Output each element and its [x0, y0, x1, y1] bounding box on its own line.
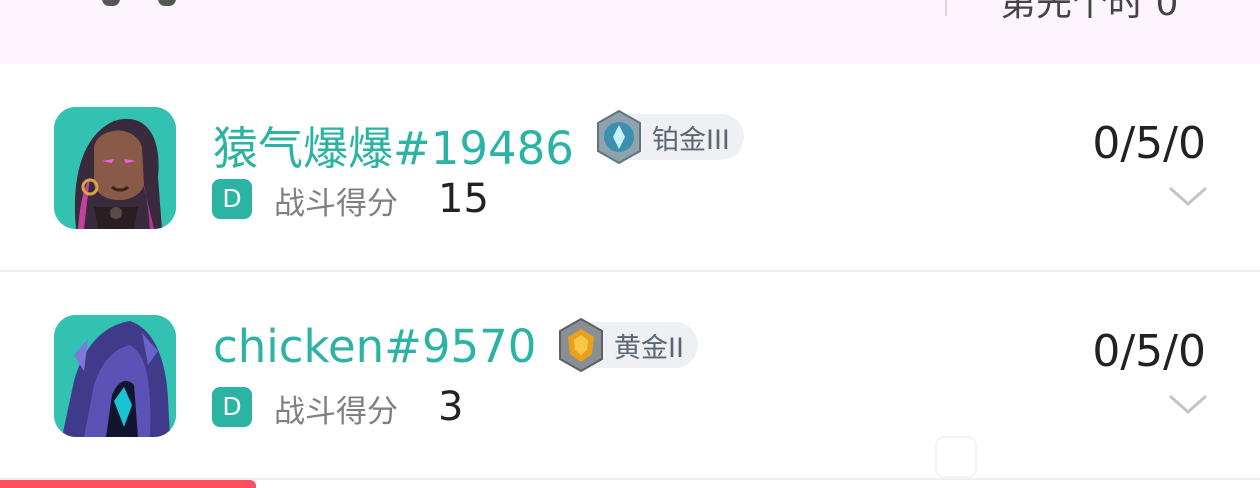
divider — [945, 0, 947, 16]
chevron-down-icon[interactable] — [1168, 392, 1208, 416]
previous-row-partial: 第先个时 0 — [0, 0, 1260, 64]
rank-label: 黄金II — [614, 332, 684, 364]
player-avatar[interactable] — [54, 315, 176, 437]
partial-shape — [102, 0, 120, 6]
platinum-emblem-icon — [597, 109, 641, 165]
rank-badge: 黄金II — [559, 317, 698, 373]
grade-badge: D — [212, 387, 252, 427]
agent-portrait-icon — [54, 315, 176, 437]
player-row[interactable]: chicken#9570 黄金II D 战斗得分 3 0/5/0 — [0, 272, 1260, 480]
partial-stat-text: 第先个时 0 — [1000, 0, 1179, 24]
rank-badge: 铂金III — [597, 109, 744, 165]
player-row[interactable]: 猿气爆爆#19486 铂金III D 战斗得分 15 0/5/0 — [0, 64, 1260, 272]
grade-badge: D — [212, 179, 252, 219]
watermark-icon — [935, 436, 977, 478]
agent-portrait-icon — [54, 107, 176, 229]
kda-stats: 0/5/0 — [1092, 326, 1206, 377]
gold-emblem-icon — [559, 317, 603, 373]
partial-shape — [158, 0, 176, 6]
combat-score-value: 3 — [438, 384, 464, 430]
chevron-down-icon[interactable] — [1168, 184, 1208, 208]
player-avatar[interactable] — [54, 107, 176, 229]
avatar-partial — [102, 0, 176, 6]
combat-score-label: 战斗得分 — [274, 394, 398, 430]
rank-label: 铂金III — [652, 124, 730, 156]
team-color-bar — [0, 480, 256, 488]
combat-score-value: 15 — [438, 176, 489, 222]
player-name[interactable]: 猿气爆爆#19486 — [213, 112, 574, 177]
combat-score-label: 战斗得分 — [274, 186, 398, 222]
player-name[interactable]: chicken#9570 — [213, 320, 536, 373]
kda-stats: 0/5/0 — [1092, 118, 1206, 169]
